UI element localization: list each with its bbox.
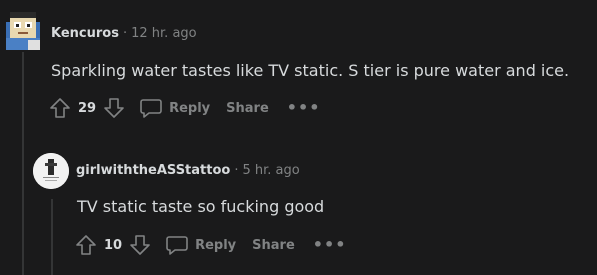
- username[interactable]: Kencuros: [51, 26, 119, 41]
- timestamp[interactable]: 5 hr. ago: [242, 163, 299, 178]
- reply-label: Reply: [195, 237, 237, 253]
- comment-bubble-icon: [166, 236, 188, 255]
- more-options-icon[interactable]: •••: [287, 100, 321, 116]
- thread-line[interactable]: [51, 199, 53, 275]
- downvote-icon[interactable]: [128, 233, 152, 257]
- username[interactable]: girlwiththeASStattoo: [76, 163, 230, 178]
- thread-line[interactable]: [22, 52, 24, 275]
- reply-label: Reply: [169, 100, 211, 116]
- vote-score: 29: [78, 100, 97, 116]
- comment-actions: 10 Reply Share •••: [74, 233, 346, 257]
- comment-meta: Kencuros · 12 hr. ago: [51, 26, 197, 41]
- vote-score: 10: [104, 237, 123, 253]
- timestamp[interactable]: 12 hr. ago: [131, 26, 197, 41]
- comment-body: Sparkling water tastes like TV static. S…: [51, 61, 570, 80]
- upvote-icon[interactable]: [48, 96, 72, 120]
- separator: ·: [234, 163, 239, 178]
- reply-button[interactable]: Reply: [166, 235, 236, 255]
- reply-button[interactable]: Reply: [140, 98, 210, 118]
- comment-body: TV static taste so fucking good: [77, 197, 325, 216]
- avatar[interactable]: [33, 153, 69, 189]
- more-options-icon[interactable]: •••: [313, 237, 347, 253]
- avatar[interactable]: [4, 8, 42, 52]
- share-button[interactable]: Share: [226, 101, 269, 116]
- share-button[interactable]: Share: [252, 238, 295, 253]
- comment-bubble-icon: [140, 99, 162, 118]
- comment-actions: 29 Reply Share •••: [48, 96, 320, 120]
- downvote-icon[interactable]: [102, 96, 126, 120]
- comment-thread: Kencuros · 12 hr. ago Sparkling water tast…: [0, 0, 597, 275]
- upvote-icon[interactable]: [74, 233, 98, 257]
- comment-meta: girlwiththeASStattoo · 5 hr. ago: [76, 163, 300, 178]
- separator: ·: [122, 26, 128, 41]
